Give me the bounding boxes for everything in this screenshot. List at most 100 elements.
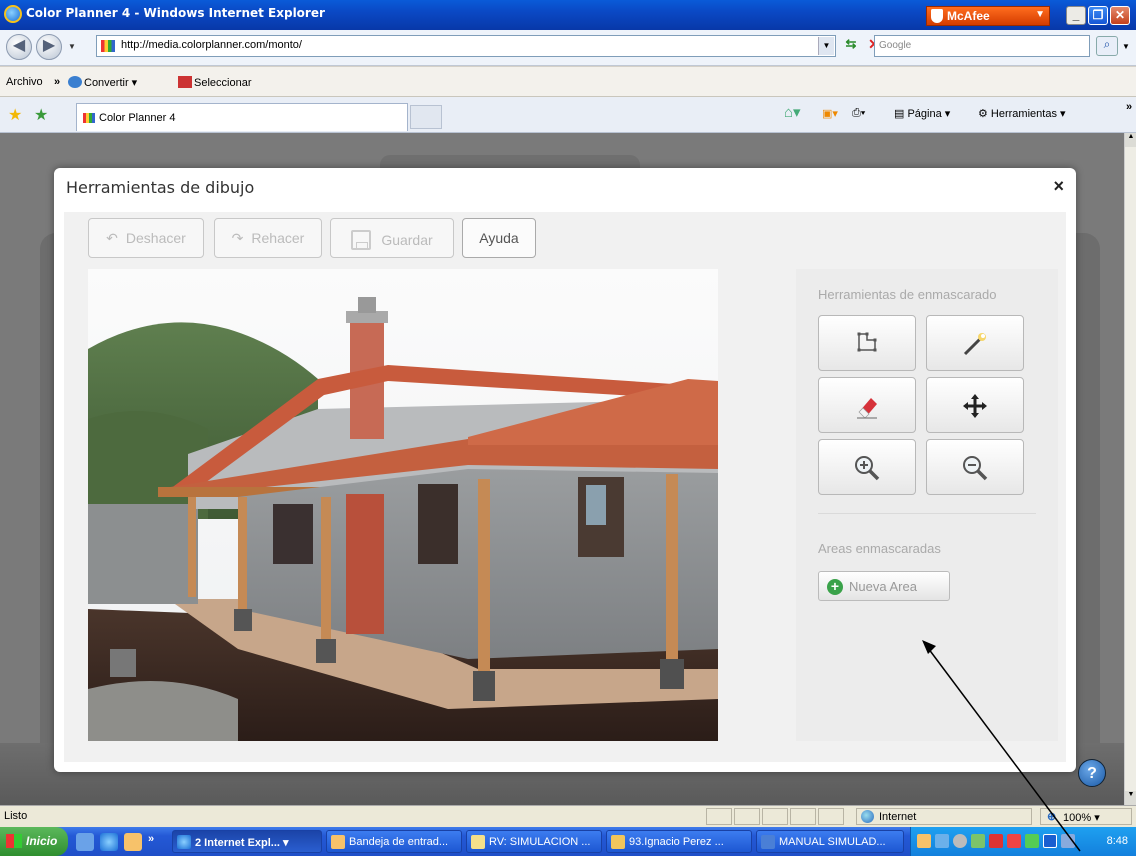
save-disk-icon [351, 230, 372, 250]
redo-icon: ↷ [231, 230, 244, 246]
feeds-icon[interactable]: ▣▾ [822, 107, 838, 120]
taskbar-item[interactable]: 93.Ignacio Perez ... [606, 830, 752, 853]
forward-button[interactable]: ▶ [36, 34, 62, 60]
outlook-icon [331, 835, 345, 849]
zoom-level[interactable]: ⊕ 100% ▾ [1040, 808, 1132, 825]
vertical-scrollbar[interactable]: ▲ ▼ [1124, 133, 1136, 805]
history-dropdown-icon[interactable]: ▼ [68, 42, 76, 51]
tray-network-icon[interactable] [935, 834, 949, 848]
refresh-icon[interactable]: ⇆ [840, 36, 862, 56]
convertir-label: Convertir [84, 77, 129, 89]
zoom-value: 100% [1063, 812, 1092, 824]
mcafee-shield-icon [931, 9, 943, 23]
taskbar-item-label: MANUAL SIMULAD... [779, 836, 886, 848]
panel-divider [818, 513, 1036, 514]
address-input[interactable]: http://media.colorplanner.com/monto/ [96, 35, 836, 57]
dialog-close-icon[interactable]: × [1053, 176, 1064, 197]
print-icon[interactable]: ⎙▾ [852, 107, 865, 120]
minimize-button[interactable]: _ [1066, 6, 1086, 25]
folder-icon [611, 835, 625, 849]
zoom-icon: ⊕ [1047, 811, 1057, 823]
address-dropdown-icon[interactable]: ▼ [818, 37, 834, 55]
taskbar-item-label: 2 Internet Expl... [195, 837, 280, 849]
zone-label: Internet [879, 811, 917, 823]
search-options-icon[interactable]: ▼ [1122, 42, 1130, 51]
windows-taskbar: Inicio » 2 Internet Expl... ▾ Bandeja de… [0, 827, 1136, 856]
taskbar-item[interactable]: RV: SIMULACION ... [466, 830, 602, 853]
house-photo-illustration [88, 269, 718, 741]
move-button[interactable] [926, 377, 1024, 433]
undo-button[interactable]: ↶ Deshacer [88, 218, 204, 258]
tab-bar: ★ ★ Color Planner 4 ⌂▾ ▣▾ ⎙▾ ▤ Página ▾ … [0, 97, 1136, 133]
eraser-button[interactable] [818, 377, 916, 433]
search-input[interactable]: Google [874, 35, 1090, 57]
home-icon[interactable]: ⌂▾ [784, 103, 801, 121]
quicklaunch-desktop-icon[interactable] [76, 833, 94, 851]
tray-outlook-icon[interactable] [917, 834, 931, 848]
quicklaunch-outlook-icon[interactable] [124, 833, 142, 851]
tray-mcafee-icon[interactable] [989, 834, 1003, 848]
site-favicon-icon [83, 113, 95, 123]
search-icon[interactable]: ⌕ [1096, 36, 1118, 56]
taskbar-item[interactable]: 2 Internet Expl... ▾ [172, 830, 322, 853]
taskbar-item[interactable]: Bandeja de entrad... [326, 830, 462, 853]
zoom-in-button[interactable] [818, 439, 916, 495]
tray-play-icon[interactable] [1043, 834, 1057, 848]
scroll-down-icon[interactable]: ▼ [1125, 791, 1136, 805]
polygon-tool-icon [857, 332, 877, 352]
search-placeholder: Google [879, 40, 912, 51]
dialog-body: ↶ Deshacer ↷ Rehacer Guardar Ayuda Herra… [64, 212, 1066, 762]
seleccionar-button[interactable]: Seleccionar [178, 76, 251, 89]
page-menu-label: Página [907, 108, 942, 120]
quicklaunch-ie-icon[interactable] [100, 833, 118, 851]
scroll-up-icon[interactable]: ▲ [1125, 133, 1136, 147]
globe-icon [861, 810, 874, 823]
tab-label: Color Planner 4 [99, 112, 176, 124]
address-url: http://media.colorplanner.com/monto/ [121, 39, 302, 51]
taskbar-item[interactable]: MANUAL SIMULAD... [756, 830, 904, 853]
window-title-bar: Color Planner 4 - Windows Internet Explo… [0, 0, 1136, 30]
help-button[interactable]: Ayuda [462, 218, 536, 258]
redo-button[interactable]: ↷ Rehacer [214, 218, 322, 258]
tray-flag-icon[interactable] [1007, 834, 1021, 848]
masked-areas-heading: Areas enmascaradas [818, 541, 941, 556]
eraser-icon [857, 398, 877, 419]
convertir-button[interactable]: Convertir ▾ [68, 76, 137, 89]
new-area-button[interactable]: + Nueva Area [818, 571, 950, 601]
help-bubble-icon[interactable]: ? [1078, 759, 1106, 787]
tray-volume-icon[interactable] [1061, 834, 1075, 848]
tray-sync-icon[interactable] [1025, 834, 1039, 848]
magic-wand-button[interactable] [926, 315, 1024, 371]
tools-menu[interactable]: ⚙ Herramientas ▾ [978, 107, 1066, 120]
page-menu[interactable]: ▤ Página ▾ [894, 107, 950, 120]
add-icon: + [827, 579, 843, 595]
quicklaunch-overflow-chevron[interactable]: » [148, 833, 154, 845]
add-favorites-icon[interactable]: ★ [34, 105, 48, 125]
house-photo[interactable] [88, 269, 718, 741]
status-segment [818, 808, 844, 825]
tray-app-icon[interactable] [971, 834, 985, 848]
taskbar-item-label: RV: SIMULACION ... [489, 836, 591, 848]
internet-explorer-icon [4, 5, 22, 23]
favorites-star-icon[interactable]: ★ [8, 105, 22, 125]
zoom-out-button[interactable] [926, 439, 1024, 495]
menu-bar: Archivo » Convertir ▾ Seleccionar [0, 67, 1136, 97]
security-zone[interactable]: Internet [856, 808, 1032, 825]
masking-tools-heading: Herramientas de enmascarado [818, 287, 997, 302]
command-overflow-chevron[interactable]: » [1126, 101, 1132, 113]
new-tab-button[interactable] [410, 105, 442, 129]
tray-settings-icon[interactable] [953, 834, 967, 848]
polygon-tool-button[interactable] [818, 315, 916, 371]
mcafee-button[interactable]: McAfee ▼ [926, 6, 1050, 26]
tools-menu-label: Herramientas [990, 108, 1057, 120]
menu-archivo[interactable]: Archivo [6, 76, 43, 88]
tab-color-planner[interactable]: Color Planner 4 [76, 103, 408, 131]
back-button[interactable]: ◀ [6, 34, 32, 60]
maximize-button[interactable]: ❐ [1088, 6, 1108, 25]
save-button[interactable]: Guardar [330, 218, 454, 258]
menu-overflow-chevron[interactable]: » [54, 76, 60, 88]
start-button[interactable]: Inicio [0, 827, 68, 856]
help-label: Ayuda [479, 230, 519, 246]
close-window-button[interactable]: ✕ [1110, 6, 1130, 25]
dialog-title: Herramientas de dibujo [66, 178, 255, 197]
